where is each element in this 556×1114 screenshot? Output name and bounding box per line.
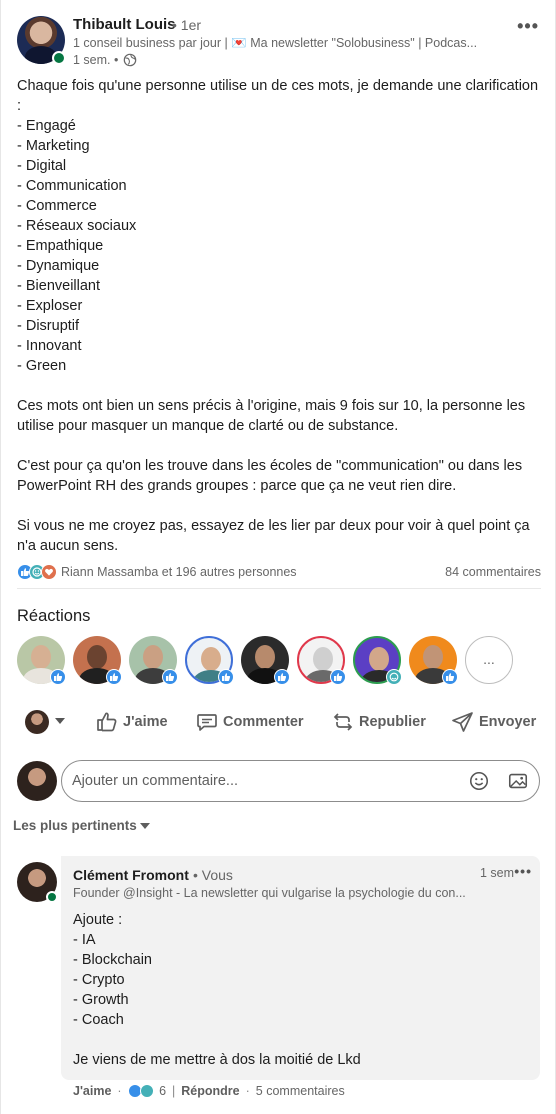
chevron-down-icon[interactable] [55, 718, 65, 724]
author-headline: 1 conseil business par jour | 💌 Ma newsl… [73, 36, 478, 50]
comment-actions: J'aime · 6 | Répondre · 5 commentaires [73, 1084, 345, 1098]
text-line: - Dynamique [17, 258, 100, 274]
comment-text: Ajoute : - IA - Blockchain - Crypto - Growth… [73, 910, 523, 1070]
text-line: Je viens de me mettre à dos la moitié de… [73, 1052, 361, 1068]
post-header: Thibault Louis • 1er 1 conseil business … [17, 16, 541, 68]
comment-reaction-count[interactable]: 6 [159, 1084, 166, 1098]
commenter-you-badge: • Vous [193, 867, 233, 883]
send-icon [452, 712, 473, 732]
text-line: - Innovant [17, 338, 82, 354]
text-line: Si vous ne me croyez pas, essayez de les… [17, 518, 530, 534]
text-line: - Growth [73, 992, 129, 1008]
text-line: Ajoute : [73, 912, 123, 928]
image-icon[interactable] [507, 770, 529, 792]
send-label: Envoyer [479, 714, 537, 730]
more-reactors-button[interactable]: ... [465, 636, 513, 684]
love-reaction-icon [41, 564, 57, 580]
comment-input[interactable]: Ajouter un commentaire... [61, 760, 540, 802]
reactions-summary[interactable]: Riann Massamba et 196 autres personnes [61, 565, 297, 579]
comment-button[interactable]: Commenter [195, 710, 307, 734]
reaction-identity-avatar[interactable] [25, 710, 49, 734]
comment-reaction-icons[interactable] [127, 1084, 156, 1098]
text-line: - Green [17, 358, 67, 374]
text-line: Chaque fois qu'une personne utilise un d… [17, 78, 539, 94]
comment-replies-count[interactable]: 5 commentaires [256, 1084, 345, 1098]
online-status-icon [52, 51, 66, 65]
feed-post-card: Thibault Louis • 1er 1 conseil business … [0, 0, 556, 1114]
like-badge-icon [274, 669, 290, 685]
text-line: utilise pour masquer un manque de clarté… [17, 418, 399, 434]
sort-dropdown[interactable]: Les plus pertinents [13, 818, 150, 833]
globe-icon [123, 53, 137, 67]
like-badge-icon [106, 669, 122, 685]
emoji-icon[interactable] [468, 770, 490, 792]
text-line: - Empathique [17, 238, 104, 254]
text-line: n'a aucun sens. [17, 538, 119, 554]
comment-like-button[interactable]: J'aime [73, 1084, 111, 1098]
text-line: Ces mots ont bien un sens précis à l'ori… [17, 398, 526, 414]
text-line: - Crypto [73, 972, 125, 988]
like-badge-icon [218, 669, 234, 685]
text-line [17, 496, 543, 516]
divider [17, 588, 541, 589]
post-text: Chaque fois qu'une personne utilise un d… [17, 76, 543, 556]
support-badge-icon [386, 669, 402, 685]
text-line: - Disruptif [17, 318, 80, 334]
send-button[interactable]: Envoyer [451, 710, 541, 734]
text-line: - Commerce [17, 198, 97, 214]
like-badge-icon [50, 669, 66, 685]
post-action-bar: J'aime Commenter Republier Envoyer [17, 700, 541, 744]
text-line: - IA [73, 932, 96, 948]
like-label: J'aime [123, 714, 168, 730]
thumbs-up-icon [97, 712, 117, 732]
repost-label: Republier [359, 714, 426, 730]
current-user-avatar [17, 761, 57, 801]
like-badge-icon [330, 669, 346, 685]
social-counts: Riann Massamba et 196 autres personnes 8… [17, 562, 541, 582]
reply-button[interactable]: Répondre [181, 1084, 239, 1098]
sort-label: Les plus pertinents [13, 818, 137, 833]
commenter-headline: Founder @Insight - La newsletter qui vul… [73, 886, 466, 900]
text-line: - Marketing [17, 138, 90, 154]
author-name[interactable]: Thibault Louis [73, 16, 176, 33]
like-badge-icon [442, 669, 458, 685]
comment-time: 1 sem [479, 866, 514, 880]
reaction-icons[interactable] [17, 564, 57, 580]
comment-label: Commenter [223, 714, 304, 730]
text-line: - Exploser [17, 298, 83, 314]
connection-degree: • 1er [172, 17, 202, 33]
online-status-icon [46, 891, 58, 903]
text-line: - Coach [73, 1012, 124, 1028]
comment-placeholder: Ajouter un commentaire... [72, 773, 239, 789]
text-line: - Digital [17, 158, 67, 174]
text-line [17, 376, 543, 396]
repost-icon [333, 713, 353, 731]
comment-icon [197, 714, 217, 731]
repost-button[interactable]: Republier [331, 710, 441, 734]
commenter-name[interactable]: Clément Fromont [73, 867, 189, 883]
comments-count[interactable]: 84 commentaires [445, 565, 541, 579]
reactors-list: ... [17, 636, 547, 686]
post-time: 1 sem. • [73, 53, 119, 67]
text-line: - Blockchain [73, 952, 152, 968]
comment-bubble: Clément Fromont • Vous 1 sem ••• Founder… [61, 856, 540, 1080]
text-line: - Réseaux sociaux [17, 218, 137, 234]
support-reaction-icon [139, 1084, 154, 1098]
text-line [73, 1030, 523, 1050]
comment-more-icon[interactable]: ••• [514, 863, 532, 879]
text-line: C'est pour ça qu'on les trouve dans les … [17, 458, 523, 474]
chevron-down-icon [139, 823, 150, 830]
text-line: - Communication [17, 178, 127, 194]
text-line: - Bienveillant [17, 278, 101, 294]
like-badge-icon [162, 669, 178, 685]
text-line: : [17, 98, 22, 114]
more-options-icon[interactable]: ••• [517, 16, 539, 37]
text-line: - Engagé [17, 118, 76, 134]
reactions-heading: Réactions [17, 607, 91, 625]
like-button[interactable]: J'aime [95, 710, 187, 734]
text-line [17, 436, 543, 456]
text-line: PowerPoint RH des grands groupes : parce… [17, 478, 457, 494]
